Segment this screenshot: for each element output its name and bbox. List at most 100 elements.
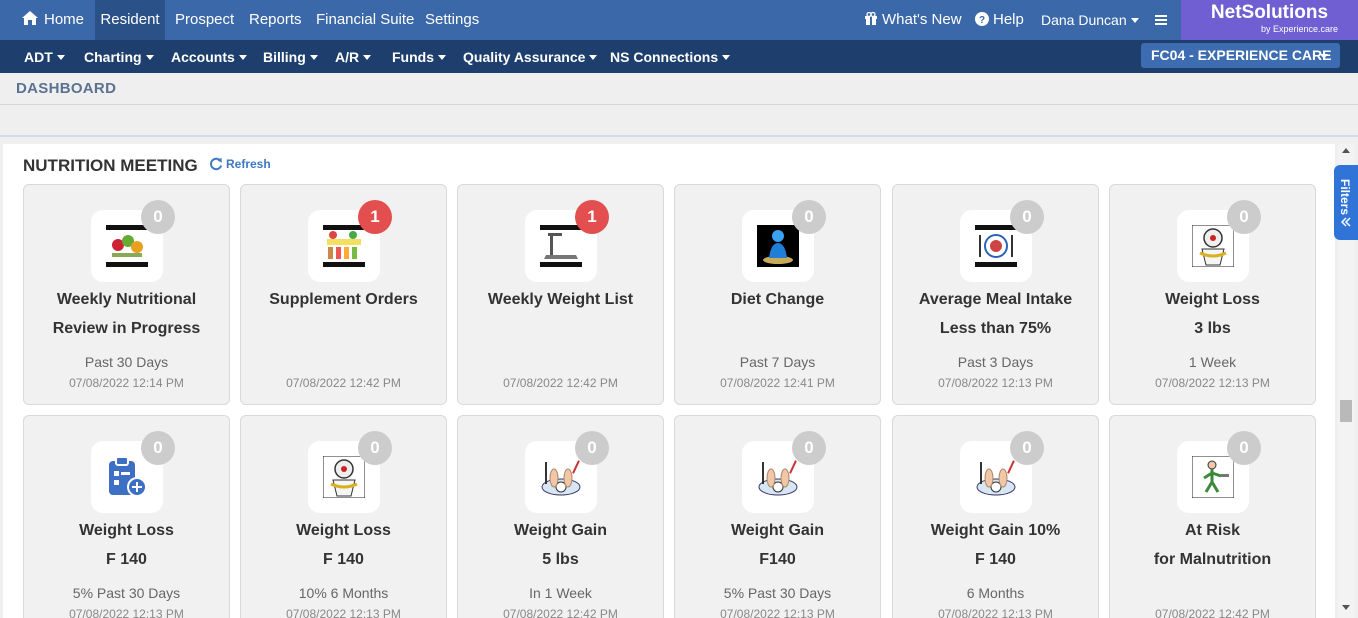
count-badge: 1	[358, 200, 392, 234]
help-link[interactable]: ? Help	[975, 0, 1024, 40]
chevron-down-icon	[438, 55, 446, 60]
chevron-down-icon	[309, 55, 318, 60]
svg-text:?: ?	[979, 15, 985, 26]
subnav-billing[interactable]: Billing	[263, 40, 318, 73]
tile-card[interactable]: 1 Supplement Orders 07/08/2022 12:42 PM	[240, 184, 447, 405]
tile-title: Weekly Nutritional	[56, 291, 197, 308]
tile-card[interactable]: 0 Average Meal Intake Less than 75% Past 3 …	[892, 184, 1099, 405]
subnav-accounts[interactable]: Accounts	[171, 40, 247, 73]
hamburger-menu[interactable]	[1155, 0, 1167, 40]
tile-subtitle: F 140	[975, 551, 1016, 568]
tile-subtitle: 5 lbs	[542, 551, 579, 568]
subnav-ar[interactable]: A/R	[335, 40, 372, 73]
divider	[0, 135, 1358, 137]
scroll-down-arrow[interactable]	[1342, 605, 1350, 610]
count-badge: 0	[575, 431, 609, 465]
tile-period: 1 Week	[1188, 354, 1237, 370]
tile-timestamp: 07/08/2022 12:13 PM	[69, 607, 184, 618]
tile-timestamp: 07/08/2022 12:13 PM	[286, 607, 401, 618]
tile-timestamp: 07/08/2022 12:13 PM	[1155, 376, 1270, 390]
tile-card[interactable]: 0 Weight Loss 3 lbs 1 Week 07/08/2022 12:13 …	[1109, 184, 1316, 405]
refresh-button[interactable]: Refresh	[209, 157, 271, 171]
brand-logo: NetSolutions by Experience.care	[1181, 0, 1358, 40]
double-chevron-left-icon	[1341, 217, 1351, 227]
tile-timestamp: 07/08/2022 12:42 PM	[503, 607, 618, 618]
tile-card[interactable]: 0 Weight Gain 5 lbs In 1 Week 07/08/2022 12:…	[457, 415, 664, 618]
count-badge: 0	[1227, 431, 1261, 465]
count-badge: 0	[1010, 431, 1044, 465]
nav-financial-suite[interactable]: Financial Suite	[316, 0, 414, 40]
tile-timestamp: 07/08/2022 12:42 PM	[1155, 607, 1270, 618]
tile-period: 10% 6 Months	[298, 585, 389, 601]
tile-title: Weight Loss	[296, 522, 391, 539]
tile-card[interactable]: 0 At Risk for Malnutrition 07/08/2022 12:42…	[1109, 415, 1316, 618]
chevron-down-icon	[722, 55, 731, 60]
nav-reports[interactable]: Reports	[249, 0, 302, 40]
count-badge: 0	[1010, 200, 1044, 234]
tile-title: Supplement Orders	[269, 291, 418, 308]
tile-timestamp: 07/08/2022 12:13 PM	[938, 376, 1053, 390]
tile-period: Past 7 Days	[739, 354, 816, 370]
divider	[0, 104, 1358, 105]
panel-title: NUTRITION MEETING	[23, 156, 198, 175]
tile-period: In 1 Week	[529, 585, 592, 601]
tile-title: Weight Loss	[79, 522, 174, 539]
subnav-ns-connections[interactable]: NS Connections	[610, 40, 731, 73]
user-menu[interactable]: Dana Duncan	[1041, 0, 1139, 40]
tile-card[interactable]: 0 Weight Gain 10% F 140 6 Months 07/08/2022 …	[892, 415, 1099, 618]
count-badge: 0	[792, 431, 826, 465]
count-badge: 0	[358, 431, 392, 465]
facility-selector[interactable]: FC04 - EXPERIENCE CARE	[1141, 43, 1340, 68]
count-badge: 0	[141, 431, 175, 465]
chevron-down-icon	[363, 55, 372, 60]
tile-card[interactable]: 0 Weight Loss F 140 10% 6 Months 07/08/2022 …	[240, 415, 447, 618]
tile-timestamp: 07/08/2022 12:14 PM	[69, 376, 184, 390]
gift-icon	[865, 11, 877, 25]
tile-timestamp: 07/08/2022 12:41 PM	[720, 376, 835, 390]
tile-card[interactable]: 0 Diet Change Past 7 Days 07/08/2022 12:41 …	[674, 184, 881, 405]
tile-card[interactable]: 0 Weight Loss F 140 5% Past 30 Days 07/08/20…	[23, 415, 230, 618]
subnav-adt[interactable]: ADT	[24, 40, 65, 73]
tile-card[interactable]: 1 Weekly Weight List 07/08/2022 12:42 PM	[457, 184, 664, 405]
nav-settings[interactable]: Settings	[425, 0, 479, 40]
tile-card[interactable]: 0 Weekly Nutritional Review in Progress Pas…	[23, 184, 230, 405]
subnav-quality-assurance[interactable]: Quality Assurance	[463, 40, 598, 73]
tile-timestamp: 07/08/2022 12:13 PM	[720, 607, 835, 618]
chevron-down-icon	[56, 55, 65, 60]
tile-title: Weight Gain	[730, 522, 825, 539]
page-title: DASHBOARD	[16, 80, 117, 97]
tile-title: At Risk	[1184, 522, 1241, 539]
whats-new-link[interactable]: What's New	[864, 0, 962, 40]
home-icon	[22, 11, 38, 25]
subnav-charting[interactable]: Charting	[84, 40, 154, 73]
chevron-down-icon	[238, 55, 247, 60]
refresh-icon	[210, 157, 223, 171]
tile-period: Past 30 Days	[84, 354, 169, 370]
tile-period: 6 Months	[966, 585, 1025, 601]
chevron-down-icon	[1130, 18, 1139, 23]
subnav-funds[interactable]: Funds	[392, 40, 446, 73]
count-badge: 0	[792, 200, 826, 234]
tile-subtitle: Review in Progress	[52, 320, 201, 337]
scrollbar-thumb[interactable]	[1340, 400, 1352, 422]
tile-card[interactable]: 0 Weight Gain F140 5% Past 30 Days 07/08/202…	[674, 415, 881, 618]
tile-title: Weight Loss	[1165, 291, 1260, 308]
tile-period: Past 3 Days	[957, 354, 1034, 370]
chevron-down-icon	[145, 55, 154, 60]
tile-timestamp: 07/08/2022 12:42 PM	[286, 376, 401, 390]
tile-title: Weekly Weight List	[487, 291, 634, 308]
nav-home[interactable]: Home	[22, 0, 84, 40]
tile-period: 5% Past 30 Days	[723, 585, 832, 601]
chevron-down-icon	[589, 55, 598, 60]
scroll-up-arrow[interactable]	[1342, 148, 1350, 153]
tile-timestamp: 07/08/2022 12:42 PM	[503, 376, 618, 390]
top-navigation: Home Resident Prospect Reports Financial…	[0, 0, 1358, 40]
chevron-down-icon	[1320, 54, 1328, 59]
tile-title: Weight Gain 10%	[930, 522, 1061, 539]
tile-title: Weight Gain	[513, 522, 608, 539]
nav-prospect[interactable]: Prospect	[175, 0, 234, 40]
nav-resident[interactable]: Resident	[95, 0, 165, 40]
tile-timestamp: 07/08/2022 12:13 PM	[938, 607, 1053, 618]
filters-tab[interactable]: Filters	[1334, 165, 1358, 240]
menu-icon	[1155, 15, 1167, 25]
